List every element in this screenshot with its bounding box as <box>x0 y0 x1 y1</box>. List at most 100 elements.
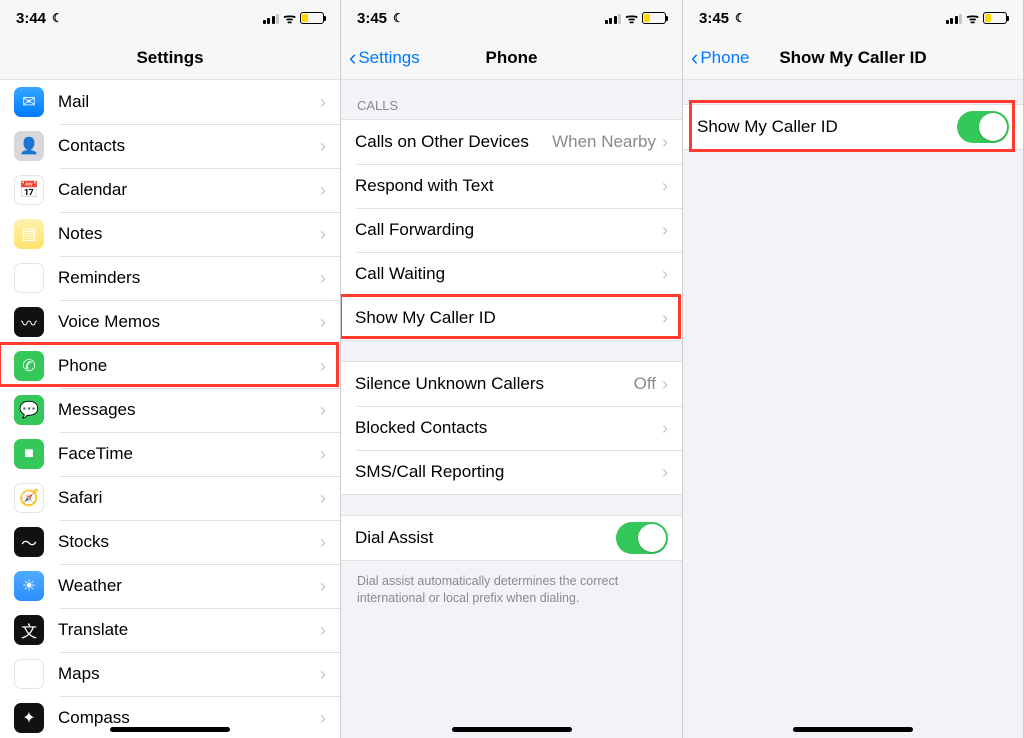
other-group: Silence Unknown CallersOff›Blocked Conta… <box>341 361 682 495</box>
settings-row-notes[interactable]: ▤Notes› <box>0 212 340 256</box>
chevron-right-icon: › <box>662 264 668 285</box>
calls-row[interactable]: Calls on Other DevicesWhen Nearby› <box>341 120 682 164</box>
phone-icon: ✆ <box>14 351 44 381</box>
settings-row-calendar[interactable]: 📅Calendar› <box>0 168 340 212</box>
row-label: Phone <box>58 356 320 376</box>
row-label: Calendar <box>58 180 320 200</box>
dial-assist-toggle[interactable] <box>616 522 668 554</box>
chevron-right-icon: › <box>320 356 326 377</box>
calls-row[interactable]: Respond with Text› <box>341 164 682 208</box>
settings-row-maps[interactable]: 🗺Maps› <box>0 652 340 696</box>
caller-id-group: Show My Caller ID <box>683 104 1023 150</box>
back-label: Settings <box>358 48 419 68</box>
calls-row[interactable]: Call Waiting› <box>341 252 682 296</box>
do-not-disturb-icon: ☾ <box>393 11 404 25</box>
chevron-right-icon: › <box>320 576 326 597</box>
dial-assist-row[interactable]: Dial Assist <box>341 516 682 560</box>
row-label: Contacts <box>58 136 320 156</box>
status-bar: 3:45 ☾ ᯤ <box>683 0 1023 36</box>
row-label: Stocks <box>58 532 320 552</box>
settings-row-messages[interactable]: 💬Messages› <box>0 388 340 432</box>
show-caller-id-label: Show My Caller ID <box>697 117 957 137</box>
dial-assist-label: Dial Assist <box>355 528 616 548</box>
row-label: Mail <box>58 92 320 112</box>
show-caller-id-row[interactable]: Show My Caller ID <box>683 105 1023 149</box>
phone-settings-panel: 3:45 ☾ ᯤ ‹ Settings Phone CALLS Calls on… <box>341 0 683 738</box>
weather-icon: ☀ <box>14 571 44 601</box>
row-label: Voice Memos <box>58 312 320 332</box>
page-title: Show My Caller ID <box>779 48 926 68</box>
status-time: 3:45 <box>357 10 387 27</box>
calls-row[interactable]: Call Forwarding› <box>341 208 682 252</box>
chevron-right-icon: › <box>662 462 668 483</box>
settings-row-voice[interactable]: 〰Voice Memos› <box>0 300 340 344</box>
chevron-right-icon: › <box>662 176 668 197</box>
chevron-right-icon: › <box>320 400 326 421</box>
row-detail: When Nearby <box>552 132 656 152</box>
row-label: Call Waiting <box>355 264 662 284</box>
chevron-right-icon: › <box>320 224 326 245</box>
row-label: SMS/Call Reporting <box>355 462 662 482</box>
chevron-right-icon: › <box>320 444 326 465</box>
row-label: Show My Caller ID <box>355 308 662 328</box>
settings-row-reminders[interactable]: ⋮Reminders› <box>0 256 340 300</box>
cellular-signal-icon <box>946 13 963 24</box>
calls-row[interactable]: Show My Caller ID› <box>341 296 682 340</box>
row-label: Weather <box>58 576 320 596</box>
row-label: Safari <box>58 488 320 508</box>
chevron-right-icon: › <box>320 620 326 641</box>
other-row[interactable]: Silence Unknown CallersOff› <box>341 362 682 406</box>
settings-row-stocks[interactable]: 〜Stocks› <box>0 520 340 564</box>
row-label: FaceTime <box>58 444 320 464</box>
chevron-right-icon: › <box>662 418 668 439</box>
other-row[interactable]: Blocked Contacts› <box>341 406 682 450</box>
chevron-left-icon: ‹ <box>691 47 698 69</box>
chevron-right-icon: › <box>320 92 326 113</box>
settings-row-translate[interactable]: 文 Translate› <box>0 608 340 652</box>
status-time: 3:45 <box>699 10 729 27</box>
battery-icon <box>983 12 1007 24</box>
row-label: Blocked Contacts <box>355 418 662 438</box>
home-indicator <box>452 727 572 732</box>
settings-row-facetime[interactable]: ■ FaceTime› <box>0 432 340 476</box>
row-label: Compass <box>58 708 320 728</box>
mail-icon: ✉ <box>14 87 44 117</box>
cellular-signal-icon <box>263 13 280 24</box>
calendar-icon: 📅 <box>14 175 44 205</box>
home-indicator <box>110 727 230 732</box>
settings-list: ✉Mail›👤Contacts›📅Calendar›▤Notes›⋮Remind… <box>0 80 340 738</box>
page-title: Settings <box>136 48 203 68</box>
row-detail: Off <box>634 374 656 394</box>
safari-icon: 🧭 <box>14 483 44 513</box>
show-caller-id-toggle[interactable] <box>957 111 1009 143</box>
do-not-disturb-icon: ☾ <box>735 11 746 25</box>
battery-icon <box>300 12 324 24</box>
dial-assist-note: Dial assist automatically determines the… <box>341 565 682 619</box>
battery-icon <box>642 12 666 24</box>
facetime-icon: ■ <box>14 439 44 469</box>
row-label: Reminders <box>58 268 320 288</box>
settings-row-mail[interactable]: ✉ Mail› <box>0 80 340 124</box>
chevron-right-icon: › <box>320 268 326 289</box>
settings-row-phone[interactable]: ✆ Phone› <box>0 344 340 388</box>
translate-icon: 文 <box>14 615 44 645</box>
back-label: Phone <box>700 48 749 68</box>
dial-assist-group: Dial Assist <box>341 515 682 561</box>
back-button[interactable]: ‹ Settings <box>349 47 420 69</box>
settings-panel: 3:44 ☾ ᯤ Settings ✉Mail›👤Contacts›📅Calen… <box>0 0 341 738</box>
maps-icon: 🗺 <box>14 659 44 689</box>
row-label: Silence Unknown Callers <box>355 374 634 394</box>
settings-row-weather[interactable]: ☀ Weather› <box>0 564 340 608</box>
wifi-icon: ᯤ <box>966 9 979 28</box>
row-label: Translate <box>58 620 320 640</box>
row-label: Maps <box>58 664 320 684</box>
chevron-right-icon: › <box>662 132 668 153</box>
voice-icon: 〰 <box>14 307 44 337</box>
messages-icon: 💬 <box>14 395 44 425</box>
calls-section-header: CALLS <box>341 80 682 119</box>
back-button[interactable]: ‹ Phone <box>691 47 750 69</box>
other-row[interactable]: SMS/Call Reporting› <box>341 450 682 494</box>
settings-row-safari[interactable]: 🧭Safari› <box>0 476 340 520</box>
nav-bar: Settings <box>0 36 340 80</box>
settings-row-contacts[interactable]: 👤Contacts› <box>0 124 340 168</box>
